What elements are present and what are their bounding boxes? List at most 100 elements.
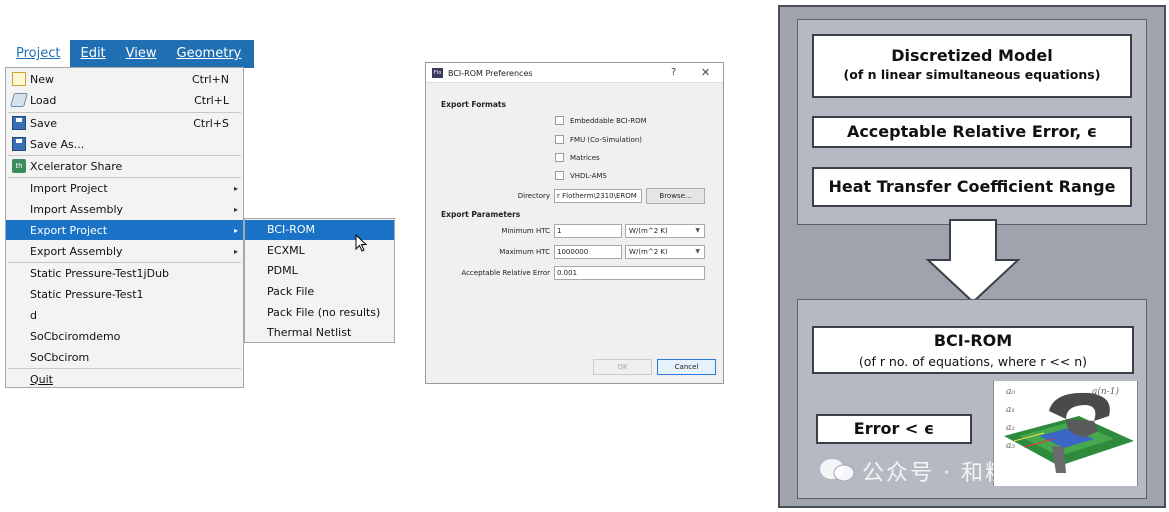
minimum-htc-unit-select[interactable]: W/(m^2 K) ▼ xyxy=(625,224,705,238)
menu-project[interactable]: Project xyxy=(6,40,71,68)
menu-item-import-assembly[interactable]: Import Assembly ▸ xyxy=(6,199,243,219)
relative-error-box: Acceptable Relative Error, ϵ xyxy=(812,116,1132,148)
browse-button[interactable]: Browse... xyxy=(646,188,705,204)
directory-field[interactable]: r Flotherm\2310\EROM xyxy=(554,189,642,203)
menu-bar: Project Edit View Geometry xyxy=(6,40,254,68)
error-box: Error < ϵ xyxy=(816,414,972,444)
menu-item-label: New xyxy=(30,72,54,86)
menu-item-label: Export Project xyxy=(30,223,108,237)
wechat-icon xyxy=(820,459,855,482)
menu-item-label: Import Assembly xyxy=(30,202,124,216)
directory-label: Directory xyxy=(517,192,550,200)
error-text: Error < ϵ xyxy=(853,419,935,438)
maximum-htc-label: Maximum HTC xyxy=(499,248,550,256)
submenu-arrow-icon: ▸ xyxy=(233,183,238,193)
submenu-item-pdml[interactable]: PDML xyxy=(245,261,394,281)
unit-value: W/(m^2 K) xyxy=(629,248,668,256)
submenu-item-pack-file[interactable]: Pack File xyxy=(245,282,394,302)
bci-rom-subtitle: (of r no. of equations, where r << n) xyxy=(858,354,1088,369)
menu-item-save[interactable]: Save Ctrl+S xyxy=(6,113,243,133)
htc-range-text: Heat Transfer Coefficient Range xyxy=(828,177,1116,196)
relative-error-text: Acceptable Relative Error, ϵ xyxy=(846,122,1098,141)
menu-item-label: SoCbciromdemo xyxy=(30,329,121,343)
menu-item-quit[interactable]: Quit xyxy=(6,369,243,389)
menu-item-label: SoCbcirom xyxy=(30,350,90,364)
checkbox-label: Matrices xyxy=(570,154,600,162)
mouse-cursor-icon xyxy=(355,234,368,252)
menu-item-recent-project[interactable]: Static Pressure-Test1 xyxy=(6,284,243,304)
chevron-down-icon: ▼ xyxy=(695,227,700,234)
dialog-title: BCI-ROM Preferences xyxy=(448,69,533,78)
cancel-button[interactable]: Cancel xyxy=(657,359,716,375)
menu-item-label: Xcelerator Share xyxy=(30,159,123,173)
submenu-item-bci-rom[interactable]: BCI-ROM xyxy=(245,220,394,240)
menu-item-recent-project[interactable]: Static Pressure-Test1jDub xyxy=(6,263,243,283)
matrices-checkbox[interactable] xyxy=(555,153,564,162)
relative-error-field[interactable]: 0.001 xyxy=(554,266,705,280)
htc-range-box: Heat Transfer Coefficient Range xyxy=(812,167,1132,207)
minimum-htc-label: Minimum HTC xyxy=(501,227,550,235)
menu-item-save-as[interactable]: Save As... xyxy=(6,134,243,154)
submenu-arrow-icon: ▸ xyxy=(233,246,238,256)
xcelerator-share-icon: th xyxy=(12,159,26,173)
menu-item-import-project[interactable]: Import Project ▸ xyxy=(6,178,243,198)
menu-item-recent-project[interactable]: SoCbcirom xyxy=(6,347,243,367)
watermark-text: 公众号 · 和粒科技 xyxy=(862,461,1057,486)
relative-error-label: Acceptable Relative Error xyxy=(461,269,550,277)
menu-edit[interactable]: Edit xyxy=(70,40,115,68)
submenu-item-pack-file-no-results[interactable]: Pack File (no results) xyxy=(245,303,394,323)
new-document-icon xyxy=(12,72,26,86)
export-formats-heading: Export Formats xyxy=(441,100,506,109)
maximum-htc-unit-select[interactable]: W/(m^2 K) ▼ xyxy=(625,245,705,259)
checkbox-label: VHDL-AMS xyxy=(570,172,607,180)
menu-item-new[interactable]: New Ctrl+N xyxy=(6,69,243,89)
menu-item-label: Load xyxy=(30,93,57,107)
vhdl-ams-checkbox[interactable] xyxy=(555,171,564,180)
maximum-htc-field[interactable]: 1000000 xyxy=(554,245,622,259)
checkbox-label: FMU (Co-Simulation) xyxy=(570,136,642,144)
submenu-item-ecxml[interactable]: ECXML xyxy=(245,241,394,261)
load-icon xyxy=(10,93,28,107)
menu-item-label: Save As... xyxy=(30,137,85,151)
menu-item-label: Static Pressure-Test1 xyxy=(30,287,144,301)
close-icon[interactable]: ✕ xyxy=(701,66,710,79)
menu-item-export-assembly[interactable]: Export Assembly ▸ xyxy=(6,241,243,261)
submenu-arrow-icon: ▸ xyxy=(233,204,238,214)
dialog-title-bar: Flo BCI-ROM Preferences ? ✕ xyxy=(426,63,723,83)
menu-item-label: Quit xyxy=(30,372,53,386)
menu-view[interactable]: View xyxy=(116,40,167,68)
bci-rom-title: BCI-ROM xyxy=(933,331,1013,350)
ok-button[interactable]: OK xyxy=(593,359,652,375)
submenu-arrow-icon: ▸ xyxy=(233,225,238,235)
app-icon: Flo xyxy=(432,68,443,78)
chevron-down-icon: ▼ xyxy=(695,248,700,255)
fmu-checkbox[interactable] xyxy=(555,135,564,144)
discretized-model-box: Discretized Model (of n linear simultane… xyxy=(812,34,1132,98)
menu-item-label: Static Pressure-Test1jDub xyxy=(30,266,170,280)
save-as-icon xyxy=(12,137,26,151)
menu-item-label: d xyxy=(30,308,37,322)
menu-item-recent-project[interactable]: SoCbciromdemo xyxy=(6,326,243,346)
export-parameters-heading: Export Parameters xyxy=(441,210,521,219)
shortcut-label: Ctrl+S xyxy=(193,116,229,130)
discretized-model-subtitle: (of n linear simultaneous equations) xyxy=(843,67,1101,82)
down-arrow-icon xyxy=(925,219,1021,304)
embeddable-bci-rom-checkbox[interactable] xyxy=(555,116,564,125)
menu-item-export-project[interactable]: Export Project ▸ xyxy=(6,220,243,240)
menu-item-label: Import Project xyxy=(30,181,108,195)
menu-item-load[interactable]: Load Ctrl+L xyxy=(6,90,243,110)
menu-item-label: Save xyxy=(30,116,58,130)
menu-geometry[interactable]: Geometry xyxy=(167,40,252,68)
unit-value: W/(m^2 K) xyxy=(629,227,668,235)
project-menu: New Ctrl+N Load Ctrl+L Save Ctrl+S Save … xyxy=(5,67,244,388)
bci-rom-box: BCI-ROM (of r no. of equations, where r … xyxy=(812,326,1134,374)
minimum-htc-field[interactable]: 1 xyxy=(554,224,622,238)
submenu-item-thermal-netlist[interactable]: Thermal Netlist xyxy=(245,323,394,343)
menu-item-xcelerator-share[interactable]: th Xcelerator Share xyxy=(6,156,243,176)
checkbox-label: Embeddable BCI-ROM xyxy=(570,117,647,125)
menu-item-recent-project[interactable]: d xyxy=(6,305,243,325)
discretized-model-title: Discretized Model xyxy=(891,46,1053,65)
shortcut-label: Ctrl+N xyxy=(191,72,229,86)
help-button[interactable]: ? xyxy=(671,67,676,78)
shortcut-label: Ctrl+L xyxy=(194,93,229,107)
